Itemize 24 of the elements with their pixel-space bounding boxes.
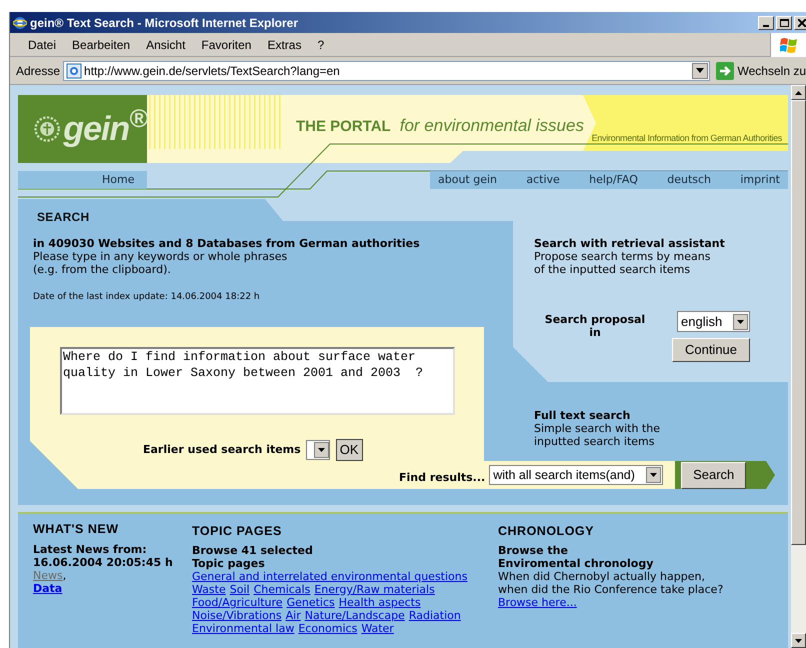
earlier-label: Earlier used search items [143, 442, 301, 458]
chronology-heading: CHRONOLOGY [498, 524, 594, 538]
chronology-title: Browse the Enviromental chronology [498, 544, 654, 570]
topic-pages-heading: TOPIC PAGES [192, 524, 282, 538]
topic-intro: Browse 41 selected Topic pages [192, 544, 313, 570]
address-label: Adresse [16, 62, 60, 80]
chronology-text: When did Chernobyl actually happen, when did the Rio Conference take place? [498, 570, 724, 596]
proposal-label: Search proposal in [544, 312, 646, 341]
index-date: Date of the last index update: 14.06.2004 18:22 h [32, 291, 260, 303]
window-title: gein® Text Search - Microsoft Internet Explorer [30, 14, 300, 32]
separator-text: , [62, 569, 66, 582]
portal-tagline: for environmental issues [400, 115, 584, 137]
search-title: SEARCH [36, 209, 90, 224]
fulltext-description: Simple search with the inputted search items [534, 422, 660, 448]
fulltext-title: Full text search [534, 409, 630, 422]
portal-subtitle: Environmental Information from German Authorities [592, 132, 782, 145]
find-label: Find results... [399, 470, 486, 486]
search-description: Please type in any keywords or whole phrases (e.g. from the clipboard). [33, 250, 288, 276]
portal-title: THE PORTAL [296, 117, 391, 137]
whats-new-heading: WHAT'S NEW [33, 522, 119, 536]
search-heading: in 409030 Websites and 8 Databases from German authorities [33, 237, 420, 250]
latest-news-text: Latest News from: 16.06.2004 20:05:45 h [33, 543, 173, 569]
assistant-title: Search with retrieval assistant [534, 237, 725, 250]
assistant-description: Propose search terms by means of the inputted search items [534, 250, 710, 276]
